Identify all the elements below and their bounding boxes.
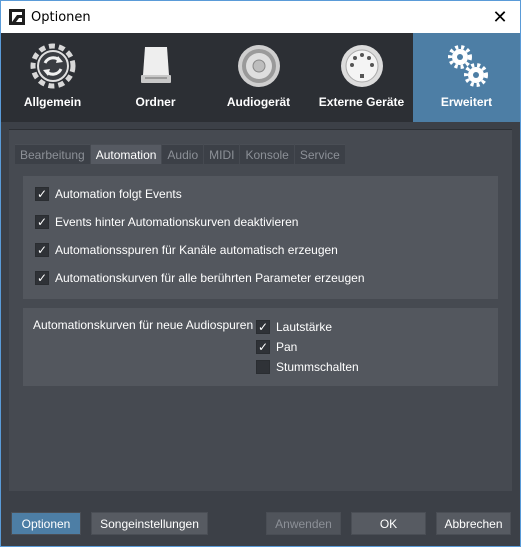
window-title: Optionen xyxy=(31,10,91,25)
option-row[interactable]: ✓ Automationsspuren für Kanäle automatis… xyxy=(35,241,338,259)
check-icon: ✓ xyxy=(36,187,48,201)
category-label: Audiogerät xyxy=(226,95,291,109)
close-button[interactable]: ✕ xyxy=(480,1,520,33)
option-row[interactable]: ✓ Events hinter Automationskurven deakti… xyxy=(35,213,298,231)
ok-button[interactable]: OK xyxy=(351,512,426,535)
check-icon: ✓ xyxy=(257,320,269,334)
checkbox[interactable]: ✓ xyxy=(35,271,49,285)
drive-icon xyxy=(140,47,171,83)
title-bar: Optionen ✕ xyxy=(1,1,520,33)
app-logo-icon xyxy=(9,9,25,25)
checkbox[interactable]: ✓ xyxy=(35,215,49,229)
check-icon: ✓ xyxy=(36,215,48,229)
close-icon: ✕ xyxy=(492,6,508,28)
tab-bar: Bearbeitung Automation Audio MIDI Konsol… xyxy=(15,144,346,164)
automation-options-group: ✓ Automation folgt Events ✓ Events hinte… xyxy=(23,176,498,299)
option-label: Automationsspuren für Kanäle automatisch… xyxy=(55,243,338,257)
midi-connector-icon xyxy=(340,45,383,87)
category-label: Externe Geräte xyxy=(318,95,405,109)
checkbox[interactable] xyxy=(256,360,270,374)
check-icon: ✓ xyxy=(36,243,48,257)
category-audiogeraet[interactable]: Audiogerät xyxy=(207,33,310,122)
category-allgemein[interactable]: Allgemein xyxy=(1,33,104,122)
audio-tracks-label: Automationskurven für neue Audiospuren xyxy=(33,318,254,332)
checkbox[interactable]: ✓ xyxy=(256,340,270,354)
option-row[interactable]: Stummschalten xyxy=(256,358,359,376)
tab-automation[interactable]: Automation xyxy=(90,144,162,164)
checkbox[interactable]: ✓ xyxy=(35,187,49,201)
category-label: Ordner xyxy=(135,95,176,109)
checkbox[interactable]: ✓ xyxy=(256,320,270,334)
checkbox[interactable]: ✓ xyxy=(35,243,49,257)
option-row[interactable]: ✓ Automation folgt Events xyxy=(35,185,182,203)
check-icon: ✓ xyxy=(36,271,48,285)
apply-button[interactable]: Anwenden xyxy=(266,512,341,535)
category-label: Erweitert xyxy=(440,95,493,109)
settings-panel: Bearbeitung Automation Audio MIDI Konsol… xyxy=(9,129,512,491)
option-label: Automation folgt Events xyxy=(55,187,182,201)
tab-konsole[interactable]: Konsole xyxy=(240,144,294,164)
category-toolbar: Allgemein Ordner Audiogerät Externe Gerä… xyxy=(1,33,520,122)
option-label: Lautstärke xyxy=(276,320,333,334)
category-externe-geraete[interactable]: Externe Geräte xyxy=(310,33,413,122)
gears-icon xyxy=(447,45,488,87)
option-row[interactable]: ✓ Lautstärke xyxy=(256,318,332,336)
option-label: Automationskurven für alle berührten Par… xyxy=(55,271,365,285)
category-ordner[interactable]: Ordner xyxy=(104,33,207,122)
tab-service[interactable]: Service xyxy=(294,144,345,164)
gear-refresh-icon xyxy=(30,43,75,89)
option-row[interactable]: ✓ Pan xyxy=(256,338,297,356)
category-erweitert[interactable]: Erweitert xyxy=(413,33,520,122)
song-settings-button[interactable]: Songeinstellungen xyxy=(91,512,208,535)
audio-tracks-group: Automationskurven für neue Audiospuren ✓… xyxy=(23,308,498,386)
option-label: Stummschalten xyxy=(276,360,359,374)
category-label: Allgemein xyxy=(23,95,82,109)
cancel-button[interactable]: Abbrechen xyxy=(436,512,511,535)
option-row[interactable]: ✓ Automationskurven für alle berührten P… xyxy=(35,269,365,287)
tab-bearbeitung[interactable]: Bearbeitung xyxy=(15,144,90,164)
tab-midi[interactable]: MIDI xyxy=(204,144,240,164)
check-icon: ✓ xyxy=(257,340,269,354)
options-button[interactable]: Optionen xyxy=(11,512,81,535)
speaker-icon xyxy=(237,45,280,87)
tab-audio[interactable]: Audio xyxy=(162,144,204,164)
options-dialog: Optionen ✕ Allgemein Ordner Audiogerät E… xyxy=(0,0,521,547)
option-label: Pan xyxy=(276,340,298,354)
option-label: Events hinter Automationskurven deaktivi… xyxy=(55,215,299,229)
